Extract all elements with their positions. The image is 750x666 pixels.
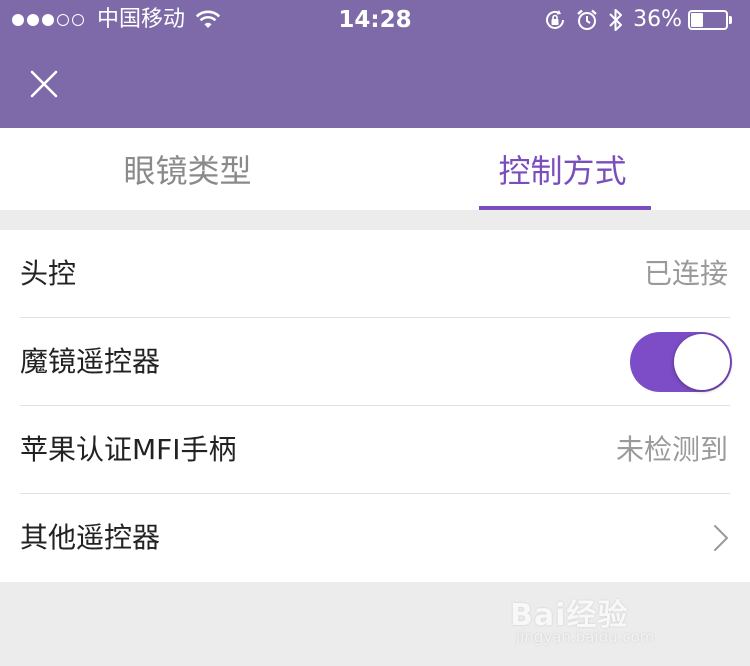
status-right: 36% [535, 6, 734, 34]
battery-tip [729, 16, 732, 24]
list-item-mfi-gamepad[interactable]: 苹果认证MFI手柄 未检测到 [0, 406, 750, 494]
tab-control-method[interactable]: 控制方式 [375, 128, 750, 210]
list-item-label: 其他遥控器 [20, 521, 161, 554]
list-item-remote-controller: 魔镜遥控器 [0, 318, 750, 406]
tab-bar: 眼镜类型 控制方式 [0, 128, 750, 210]
remote-controller-toggle[interactable] [630, 332, 732, 392]
active-tab-indicator [479, 206, 651, 210]
alarm-icon [577, 9, 597, 30]
list-item-label: 魔镜遥控器 [20, 345, 161, 378]
list-item-head-control[interactable]: 头控 已连接 [0, 230, 750, 318]
tab-label: 眼镜类型 [123, 152, 252, 190]
battery-percentage: 36% [633, 7, 682, 32]
battery-fill [691, 13, 703, 27]
status-value: 未检测到 [615, 433, 728, 466]
toggle-knob [674, 334, 730, 390]
watermark: Bai经验 jingyan.baidu.com [510, 588, 710, 648]
list-item-label: 苹果认证MFI手柄 [20, 433, 237, 466]
close-icon [30, 70, 58, 98]
battery-icon [688, 10, 734, 30]
tab-glasses-type[interactable]: 眼镜类型 [0, 128, 375, 210]
list-item-other-remotes[interactable]: 其他遥控器 [0, 494, 750, 582]
watermark-sub: jingyan.baidu.com [516, 628, 655, 646]
tab-label: 控制方式 [498, 152, 627, 190]
status-value: 已连接 [643, 257, 728, 290]
chevron-right-icon [714, 525, 728, 551]
control-list: 头控 已连接 魔镜遥控器 苹果认证MFI手柄 未检测到 其他遥控器 [0, 230, 750, 582]
status-bar: 中国移动 14:28 36% [0, 0, 750, 40]
nav-bar [0, 40, 750, 128]
bluetooth-icon [609, 9, 623, 31]
close-button[interactable] [18, 58, 70, 110]
orientation-lock-icon [546, 10, 565, 29]
list-item-label: 头控 [20, 257, 77, 290]
